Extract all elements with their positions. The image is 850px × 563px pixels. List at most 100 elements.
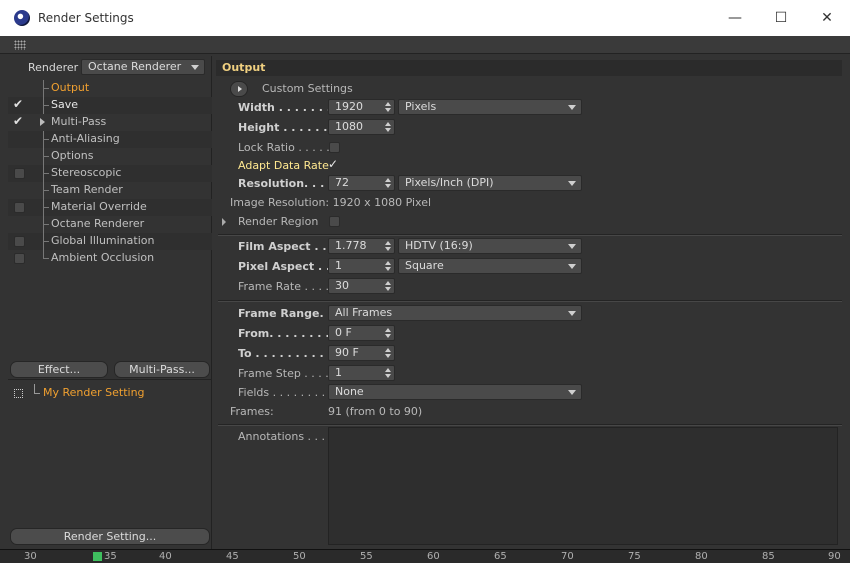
render-region-row: Render Region: [216, 213, 842, 231]
frame-step-label: Frame Step . . . .: [238, 367, 329, 380]
render-setting-button[interactable]: Render Setting...: [10, 528, 210, 545]
enable-checkbox[interactable]: [14, 253, 25, 264]
timeline-tick: 60: [427, 551, 440, 562]
render-region-checkbox[interactable]: [329, 216, 340, 227]
timeline-ruler[interactable]: 30 35 40 45 50 55 60 65 70 75 80 85 90: [0, 549, 850, 563]
fields-dropdown[interactable]: None: [328, 384, 582, 400]
annotations-textarea[interactable]: [328, 427, 838, 545]
enable-checkbox[interactable]: [14, 236, 25, 247]
frame-step-row: Frame Step . . . . 1: [216, 365, 842, 383]
timeline-tick: 45: [226, 551, 239, 562]
multi-pass-button[interactable]: Multi-Pass...: [114, 361, 210, 378]
frame-rate-input[interactable]: 30: [328, 278, 395, 294]
pixel-aspect-input[interactable]: 1: [328, 258, 395, 274]
output-panel: Output Custom Settings Width . . . . . .…: [216, 56, 842, 549]
sidebar-item-options[interactable]: Options: [8, 148, 212, 165]
spinner-icon[interactable]: [385, 347, 392, 359]
renderer-value: Octane Renderer: [88, 60, 182, 73]
sidebar-item-multi-pass[interactable]: ✔ Multi-Pass: [8, 114, 212, 131]
sidebar-item-ambient-occlusion[interactable]: Ambient Occlusion: [8, 250, 212, 267]
sidebar-item-label: Material Override: [51, 200, 147, 213]
spinner-icon[interactable]: [385, 177, 392, 189]
sidebar-item-label: Octane Renderer: [51, 217, 145, 230]
custom-settings-label: Custom Settings: [262, 82, 353, 95]
resolution-unit-value: Pixels/Inch (DPI): [405, 176, 494, 189]
spinner-icon[interactable]: [385, 260, 392, 272]
renderer-dropdown[interactable]: Octane Renderer: [81, 59, 205, 75]
frame-range-dropdown[interactable]: All Frames: [328, 305, 582, 321]
render-setting-entry[interactable]: My Render Setting: [8, 384, 212, 402]
film-aspect-preset: HDTV (16:9): [405, 239, 473, 252]
resolution-row: Resolution. . . . . 72 Pixels/Inch (DPI): [216, 175, 842, 193]
enable-checkbox[interactable]: [14, 202, 25, 213]
checkmark-icon[interactable]: ✔: [13, 114, 23, 128]
frame-step-input[interactable]: 1: [328, 365, 395, 381]
maximize-button[interactable]: ☐: [758, 0, 804, 36]
spinner-icon[interactable]: [385, 327, 392, 339]
height-row: Height . . . . . . . . 1080: [216, 119, 842, 137]
timeline-tick: 55: [360, 551, 373, 562]
sidebar-item-octane-renderer[interactable]: Octane Renderer: [8, 216, 212, 233]
enable-checkbox[interactable]: [14, 168, 25, 179]
spinner-icon[interactable]: [385, 280, 392, 292]
renderer-label: Renderer: [28, 60, 79, 74]
fields-label: Fields . . . . . . . . .: [238, 386, 333, 399]
from-input[interactable]: 0 F: [328, 325, 395, 341]
checkmark-icon[interactable]: ✔: [13, 97, 23, 111]
chevron-down-icon: [568, 390, 576, 395]
adapt-data-rate-label: Adapt Data Rate: [238, 159, 329, 172]
annotations-label: Annotations . . . .: [238, 430, 333, 443]
timeline-tick: 50: [293, 551, 306, 562]
sidebar-item-stereoscopic[interactable]: Stereoscopic: [8, 165, 212, 182]
film-aspect-row: Film Aspect . . . . 1.778 HDTV (16:9): [216, 238, 842, 256]
sidebar-item-global-illumination[interactable]: Global Illumination: [8, 233, 212, 250]
sidebar-item-label: Multi-Pass: [51, 115, 107, 128]
film-aspect-dropdown[interactable]: HDTV (16:9): [398, 238, 582, 254]
fields-value: None: [335, 385, 364, 398]
adapt-data-rate-checkbox[interactable]: ✓: [328, 157, 338, 171]
spinner-icon[interactable]: [385, 121, 392, 133]
lock-ratio-checkbox[interactable]: [329, 142, 340, 153]
sidebar-item-output[interactable]: Output: [8, 80, 212, 97]
sidebar-item-material-override[interactable]: Material Override: [8, 199, 212, 216]
height-input[interactable]: 1080: [328, 119, 395, 135]
title-bar[interactable]: Render Settings — ☐ ✕: [0, 0, 850, 36]
minimize-button[interactable]: —: [712, 0, 758, 36]
effect-button[interactable]: Effect...: [10, 361, 108, 378]
to-row: To . . . . . . . . . . . . 90 F: [216, 345, 842, 363]
image-resolution-text: Image Resolution: 1920 x 1080 Pixel: [230, 196, 432, 209]
renderer-row: Renderer Octane Renderer: [8, 58, 212, 76]
pixel-aspect-value: 1: [335, 259, 342, 272]
spinner-icon[interactable]: [385, 367, 392, 379]
frames-label: Frames:: [230, 405, 274, 418]
frame-step-value: 1: [335, 366, 342, 379]
expand-arrow-icon[interactable]: [40, 118, 45, 126]
width-unit-dropdown[interactable]: Pixels: [398, 99, 582, 115]
resolution-label: Resolution. . . . .: [238, 177, 341, 190]
resolution-unit-dropdown[interactable]: Pixels/Inch (DPI): [398, 175, 582, 191]
to-input[interactable]: 90 F: [328, 345, 395, 361]
cinema4d-logo-icon: [14, 10, 30, 26]
sidebar-item-anti-aliasing[interactable]: Anti-Aliasing: [8, 131, 212, 148]
sidebar-item-label: Stereoscopic: [51, 166, 122, 179]
custom-settings-button[interactable]: [230, 81, 248, 97]
timeline-tick: 35: [104, 551, 117, 562]
width-input[interactable]: 1920: [328, 99, 395, 115]
sidebar-item-team-render[interactable]: Team Render: [8, 182, 212, 199]
grip-icon[interactable]: [14, 40, 26, 50]
play-icon: [238, 86, 242, 92]
expand-arrow-icon[interactable]: [222, 218, 226, 226]
resolution-input[interactable]: 72: [328, 175, 395, 191]
spinner-icon[interactable]: [385, 101, 392, 113]
film-aspect-input[interactable]: 1.778: [328, 238, 395, 254]
playhead-marker[interactable]: [93, 552, 102, 561]
divider: [8, 379, 212, 380]
close-button[interactable]: ✕: [804, 0, 850, 36]
timeline-tick: 80: [695, 551, 708, 562]
target-icon[interactable]: [14, 389, 23, 398]
sidebar-item-label: Ambient Occlusion: [51, 251, 155, 264]
sidebar-item-save[interactable]: ✔ Save: [8, 97, 212, 114]
spinner-icon[interactable]: [385, 240, 392, 252]
pixel-aspect-dropdown[interactable]: Square: [398, 258, 582, 274]
section-title: Output: [216, 60, 842, 76]
